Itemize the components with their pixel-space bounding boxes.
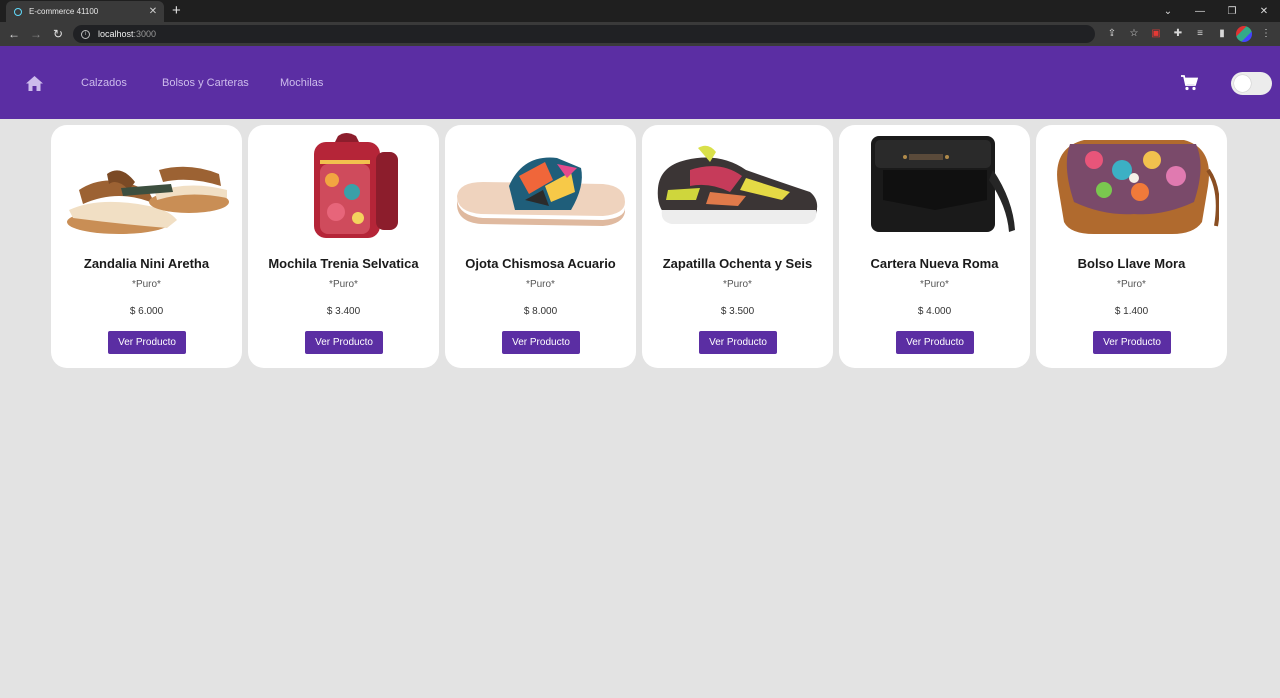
url-port: :3000	[133, 29, 157, 39]
product-card: Zandalia Nini Aretha *Puro* $ 6.000 Ver …	[51, 125, 242, 368]
share-icon[interactable]: ⇪	[1104, 26, 1120, 42]
home-icon[interactable]	[26, 76, 43, 91]
side-panel-icon[interactable]: ▮	[1214, 26, 1230, 42]
product-price: $ 6.000	[129, 306, 164, 317]
view-product-button[interactable]: Ver Producto	[502, 331, 580, 354]
browser-tab[interactable]: E-commerce 41100 ✕	[6, 1, 164, 22]
product-brand: *Puro*	[526, 279, 555, 290]
product-brand: *Puro*	[920, 279, 949, 290]
product-image-sneaker[interactable]	[650, 130, 825, 240]
view-product-button[interactable]: Ver Producto	[699, 331, 777, 354]
toggle-knob	[1234, 75, 1251, 92]
product-grid: Zandalia Nini Aretha *Puro* $ 6.000 Ver …	[51, 125, 1227, 368]
forward-icon[interactable]: →	[28, 26, 44, 42]
tab-title: E-commerce 41100	[29, 7, 99, 16]
extension-red-icon[interactable]: ▣	[1148, 26, 1164, 42]
url-host: localhost	[98, 29, 134, 39]
product-image-sandal[interactable]	[59, 130, 234, 240]
address-bar[interactable]: i localhost:3000	[73, 25, 1095, 43]
chrome-menu-icon[interactable]: ⋮	[1258, 26, 1274, 42]
browser-toolbar: ← → ↻ i localhost:3000 ⇪ ☆ ▣ ✚ ≡ ▮ ⋮	[0, 22, 1280, 46]
window-controls: ⌄ — ❐ ✕	[1152, 0, 1280, 22]
nav-link-bolsos-carteras[interactable]: Bolsos y Carteras	[162, 77, 249, 89]
product-price: $ 4.000	[917, 306, 952, 317]
back-icon[interactable]: ←	[6, 26, 22, 42]
app-navbar: Calzados Bolsos y Carteras Mochilas	[0, 46, 1280, 119]
product-image-backpack[interactable]	[256, 130, 431, 240]
profile-avatar[interactable]	[1236, 26, 1252, 42]
new-tab-button[interactable]: +	[172, 2, 181, 19]
nav-link-calzados[interactable]: Calzados	[81, 77, 127, 89]
product-brand: *Puro*	[329, 279, 358, 290]
product-title: Mochila Trenia Selvatica	[268, 256, 419, 271]
product-price: $ 3.500	[720, 306, 755, 317]
close-window-icon[interactable]: ✕	[1248, 0, 1280, 22]
product-card: Mochila Trenia Selvatica *Puro* $ 3.400 …	[248, 125, 439, 368]
tab-search-icon[interactable]: ⌄	[1152, 0, 1184, 22]
product-brand: *Puro*	[132, 279, 161, 290]
product-title: Zandalia Nini Aretha	[83, 256, 210, 271]
react-icon	[14, 7, 22, 16]
restore-icon[interactable]: ❐	[1216, 0, 1248, 22]
view-product-button[interactable]: Ver Producto	[1093, 331, 1171, 354]
product-price: $ 8.000	[523, 306, 558, 317]
product-price: $ 3.400	[326, 306, 361, 317]
product-brand: *Puro*	[723, 279, 752, 290]
cart-icon[interactable]	[1181, 75, 1198, 91]
product-image-messenger-bag[interactable]	[847, 130, 1022, 240]
browser-tabstrip: E-commerce 41100 ✕ + ⌄ — ❐ ✕	[0, 0, 1280, 22]
view-product-button[interactable]: Ver Producto	[305, 331, 383, 354]
bookmark-star-icon[interactable]: ☆	[1126, 26, 1142, 42]
close-tab-icon[interactable]: ✕	[146, 6, 160, 17]
theme-toggle[interactable]	[1231, 72, 1272, 95]
media-icon[interactable]: ≡	[1192, 26, 1208, 42]
product-title: Ojota Chismosa Acuario	[465, 256, 616, 271]
minimize-icon[interactable]: —	[1184, 0, 1216, 22]
product-image-slide[interactable]	[453, 130, 628, 240]
product-title: Zapatilla Ochenta y Seis	[662, 256, 813, 271]
nav-link-mochilas[interactable]: Mochilas	[280, 77, 323, 89]
product-image-floral-bag[interactable]	[1044, 130, 1220, 240]
extensions-puzzle-icon[interactable]: ✚	[1170, 26, 1186, 42]
product-title: Bolso Llave Mora	[1077, 256, 1186, 271]
product-price: $ 1.400	[1114, 306, 1149, 317]
site-info-icon[interactable]: i	[81, 29, 90, 39]
reload-icon[interactable]: ↻	[50, 26, 66, 42]
product-card: Zapatilla Ochenta y Seis *Puro* $ 3.500 …	[642, 125, 833, 368]
toolbar-icons: ⇪ ☆ ▣ ✚ ≡ ▮ ⋮	[1104, 26, 1274, 42]
product-brand: *Puro*	[1117, 279, 1146, 290]
view-product-button[interactable]: Ver Producto	[896, 331, 974, 354]
product-title: Cartera Nueva Roma	[870, 256, 999, 271]
product-card: Ojota Chismosa Acuario *Puro* $ 8.000 Ve…	[445, 125, 636, 368]
product-card: Bolso Llave Mora *Puro* $ 1.400 Ver Prod…	[1036, 125, 1227, 368]
view-product-button[interactable]: Ver Producto	[108, 331, 186, 354]
product-card: Cartera Nueva Roma *Puro* $ 4.000 Ver Pr…	[839, 125, 1030, 368]
